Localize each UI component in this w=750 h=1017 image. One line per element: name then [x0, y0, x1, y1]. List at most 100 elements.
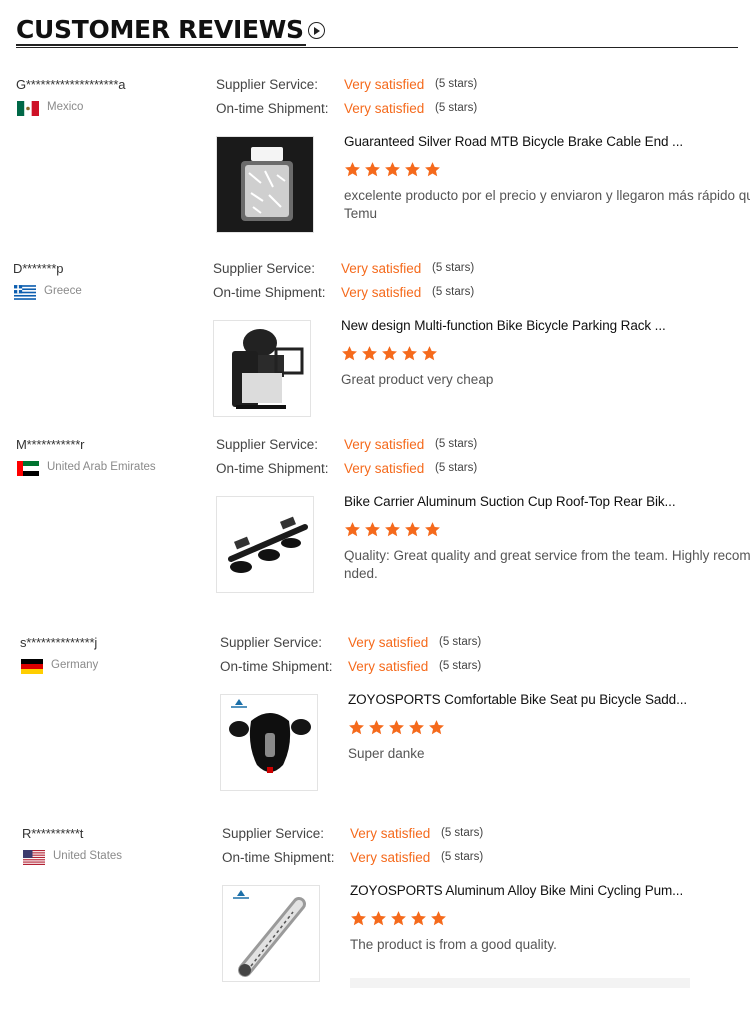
header-divider	[16, 47, 738, 48]
reviewer-name: M***********r	[16, 437, 85, 452]
shipment-value: Very satisfied	[350, 850, 431, 865]
rating-stars	[348, 719, 448, 737]
supplier-service-label: Supplier Service:	[216, 437, 319, 452]
shipment-value: Very satisfied	[344, 101, 425, 116]
title-underline	[16, 44, 306, 46]
star-icon	[411, 911, 426, 926]
star-icon	[405, 162, 420, 177]
reviewer-country: United States	[53, 850, 123, 862]
review-item: M***********r United Arab Emirates Suppl…	[16, 437, 750, 617]
uae-flag-icon	[17, 461, 39, 476]
star-icon	[429, 720, 444, 735]
review-item: D*******p Greece Supplier Service: Very …	[13, 261, 750, 441]
shipment-value: Very satisfied	[344, 461, 425, 476]
rating-stars	[341, 345, 441, 363]
review-comment: The product is from a good quality.	[350, 937, 557, 952]
supplier-service-stars: (5 stars)	[435, 438, 478, 450]
supplier-service-label: Supplier Service:	[220, 635, 323, 650]
star-icon	[342, 346, 357, 361]
germany-flag-icon	[21, 659, 43, 674]
reviewer-name: D*******p	[13, 261, 64, 276]
product-image[interactable]	[220, 694, 318, 791]
product-image[interactable]	[216, 496, 314, 593]
reviewer-country: Greece	[44, 285, 82, 297]
star-icon	[382, 346, 397, 361]
review-comment: excelente producto por el precio y envia…	[344, 188, 750, 221]
star-icon	[409, 720, 424, 735]
supplier-service-value: Very satisfied	[344, 437, 425, 452]
reviewer-name: R**********t	[22, 826, 84, 841]
star-icon	[391, 911, 406, 926]
rating-stars	[344, 161, 444, 179]
star-icon	[365, 522, 380, 537]
shipment-stars: (5 stars)	[432, 286, 475, 298]
scroll-area-bar	[350, 978, 690, 988]
supplier-service-value: Very satisfied	[341, 261, 422, 276]
product-image[interactable]	[216, 136, 314, 233]
shipment-stars: (5 stars)	[439, 660, 482, 672]
bicycle-saddle-image	[221, 695, 317, 790]
supplier-service-label: Supplier Service:	[213, 261, 316, 276]
reviewer-country: Germany	[51, 659, 99, 671]
star-icon	[369, 720, 384, 735]
review-item: G*******************a Mexico Supplier Se…	[16, 77, 750, 257]
star-icon	[389, 720, 404, 735]
product-image[interactable]	[222, 885, 320, 982]
supplier-service-value: Very satisfied	[350, 826, 431, 841]
mexico-flag-icon	[17, 101, 39, 116]
reviewer-country: Mexico	[47, 101, 84, 113]
star-icon	[362, 346, 377, 361]
star-icon	[431, 911, 446, 926]
play-arrow-icon[interactable]	[308, 22, 325, 39]
supplier-service-value: Very satisfied	[344, 77, 425, 92]
shipment-stars: (5 stars)	[441, 851, 484, 863]
product-title-link[interactable]: ZOYOSPORTS Aluminum Alloy Bike Mini Cycl…	[350, 883, 683, 898]
shipment-stars: (5 stars)	[435, 462, 478, 474]
rating-stars	[344, 521, 444, 539]
shipment-label: On-time Shipment:	[213, 285, 326, 300]
star-icon	[425, 162, 440, 177]
supplier-service-label: Supplier Service:	[222, 826, 325, 841]
reviewer-name: G*******************a	[16, 77, 126, 92]
mini-bike-pump-image	[223, 886, 319, 981]
supplier-service-stars: (5 stars)	[441, 827, 484, 839]
star-icon	[349, 720, 364, 735]
reviewer-country: United Arab Emirates	[47, 461, 156, 473]
suction-cup-bike-carrier-image	[217, 497, 313, 592]
greece-flag-icon	[14, 285, 36, 300]
reviewer-name: s**************j	[20, 635, 98, 650]
rating-stars	[350, 910, 450, 928]
bicycle-parking-rack-image	[214, 321, 310, 416]
product-title-link[interactable]: Guaranteed Silver Road MTB Bicycle Brake…	[344, 134, 683, 149]
shipment-stars: (5 stars)	[435, 102, 478, 114]
review-comment: Quality: Great quality and great service…	[344, 548, 750, 581]
shipment-value: Very satisfied	[348, 659, 429, 674]
review-comment: Great product very cheap	[341, 372, 494, 387]
star-icon	[365, 162, 380, 177]
brake-cable-end-caps-jar-image	[217, 137, 313, 232]
supplier-service-stars: (5 stars)	[435, 78, 478, 90]
shipment-label: On-time Shipment:	[216, 101, 329, 116]
product-title-link[interactable]: New design Multi-function Bike Bicycle P…	[341, 318, 666, 333]
star-icon	[345, 162, 360, 177]
supplier-service-label: Supplier Service:	[216, 77, 319, 92]
star-icon	[422, 346, 437, 361]
shipment-label: On-time Shipment:	[220, 659, 333, 674]
product-title-link[interactable]: Bike Carrier Aluminum Suction Cup Roof-T…	[344, 494, 676, 509]
customer-reviews-header: CUSTOMER REVIEWS	[16, 12, 738, 48]
star-icon	[371, 911, 386, 926]
supplier-service-value: Very satisfied	[348, 635, 429, 650]
product-image[interactable]	[213, 320, 311, 417]
star-icon	[345, 522, 360, 537]
product-title-link[interactable]: ZOYOSPORTS Comfortable Bike Seat pu Bicy…	[348, 692, 687, 707]
page-title: CUSTOMER REVIEWS	[16, 15, 304, 44]
shipment-label: On-time Shipment:	[222, 850, 335, 865]
star-icon	[385, 162, 400, 177]
star-icon	[351, 911, 366, 926]
star-icon	[385, 522, 400, 537]
star-icon	[425, 522, 440, 537]
review-comment: Super danke	[348, 746, 425, 761]
supplier-service-stars: (5 stars)	[439, 636, 482, 648]
supplier-service-stars: (5 stars)	[432, 262, 475, 274]
review-item: s**************j Germany Supplier Servic…	[20, 635, 750, 815]
